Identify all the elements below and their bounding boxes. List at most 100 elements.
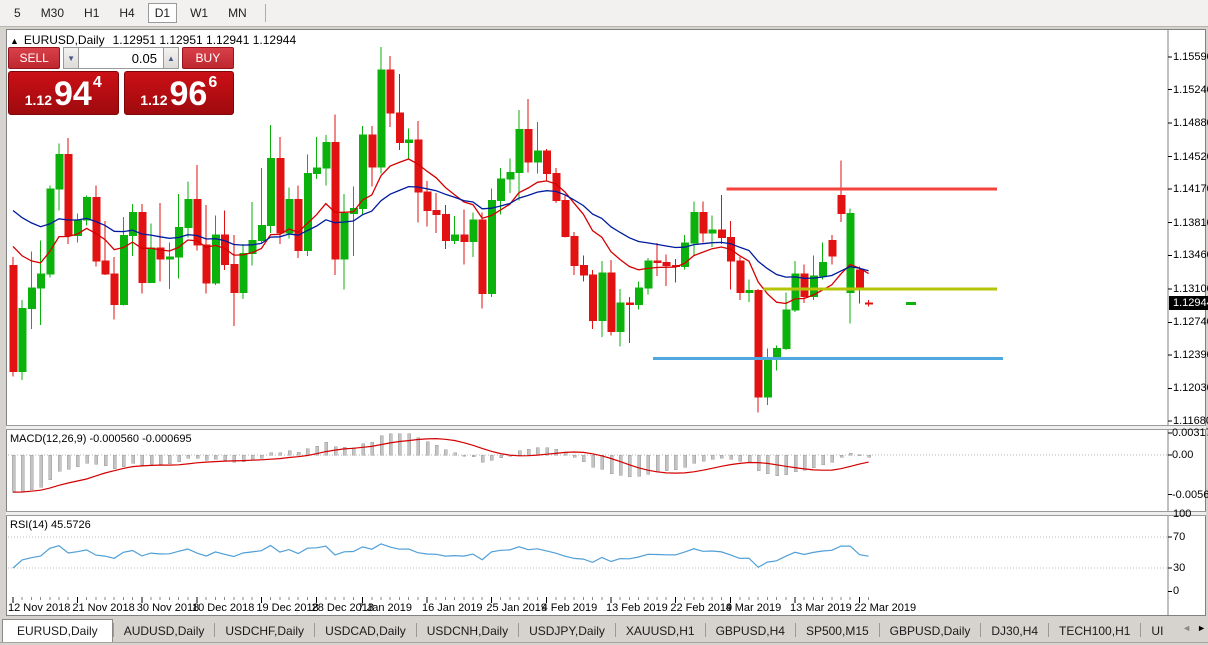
price-axis-label: 1.11680 [1173, 415, 1208, 427]
candle-body [534, 151, 541, 162]
macd-axis-label: 0.00 [1172, 449, 1193, 461]
trade-controls-row: SELL ▼ ▲ BUY [8, 47, 234, 69]
candle-body [341, 213, 348, 259]
chart-tab-tech100-h1[interactable]: TECH100,H1 [1049, 620, 1140, 642]
ask-price-sup: 6 [208, 74, 217, 92]
macd-histogram-bar [178, 455, 181, 462]
chart-tab-xauusd-h1[interactable]: XAUUSD,H1 [616, 620, 705, 642]
macd-histogram-bar [40, 455, 43, 487]
macd-histogram-bar [270, 453, 273, 455]
candle-body [645, 261, 652, 288]
chart-tab-usdjpy-daily[interactable]: USDJPY,Daily [519, 620, 615, 642]
one-click-trading-panel: SELL ▼ ▲ BUY 1.12 94 4 1.12 96 6 [8, 47, 234, 115]
macd-histogram-bar [665, 455, 668, 471]
macd-histogram-bar [536, 448, 539, 455]
price-axis-label: 1.13100 [1173, 283, 1208, 295]
chart-tab-usdchf-daily[interactable]: USDCHF,Daily [215, 620, 314, 642]
macd-histogram-bar [739, 455, 742, 461]
bid-price-big: 94 [54, 76, 92, 112]
bid-price-box[interactable]: 1.12 94 4 [8, 71, 119, 115]
macd-histogram-bar [408, 434, 411, 455]
macd-histogram-bar [730, 455, 733, 459]
candle-body [102, 261, 109, 274]
macd-histogram-bar [306, 449, 309, 455]
macd-histogram-bar [12, 455, 15, 492]
candle-body [314, 168, 321, 174]
macd-histogram-bar [196, 455, 199, 458]
collapse-arrow-icon[interactable]: ▲ [10, 36, 19, 46]
candle-body [709, 230, 716, 233]
candle-body [700, 212, 707, 232]
macd-histogram-bar [141, 455, 144, 465]
buy-button[interactable]: BUY [182, 47, 234, 69]
ohlc-values: 1.12951 1.12951 1.12941 1.12944 [113, 33, 297, 47]
macd-histogram-bar [702, 455, 705, 461]
macd-histogram-bar [187, 455, 190, 458]
price-axis-label: 1.14170 [1173, 183, 1208, 195]
macd-signal-line [13, 439, 869, 493]
macd-panel-splitter[interactable] [6, 425, 1206, 430]
symbol-period-label: EURUSD,Daily [24, 33, 105, 47]
time-axis-label: 21 Nov 2018 [72, 602, 134, 614]
chart-tab-dj30-h4[interactable]: DJ30,H4 [981, 620, 1048, 642]
chart-tab-gbpusd-daily[interactable]: GBPUSD,Daily [880, 620, 981, 642]
macd-histogram-bar [619, 455, 622, 475]
ask-price-box[interactable]: 1.12 96 6 [124, 71, 235, 115]
current-price-badge: 1.12944 [1169, 296, 1208, 310]
macd-histogram-bar [288, 451, 291, 455]
candle-body [38, 274, 45, 288]
candle-body [856, 270, 863, 288]
ask-price-prefix: 1.12 [140, 92, 167, 108]
tab-scroll-right-icon[interactable]: ► [1197, 623, 1206, 633]
volume-input[interactable] [79, 47, 163, 69]
macd-histogram-bar [812, 455, 815, 468]
macd-histogram-bar [711, 455, 714, 459]
candle-body [838, 196, 845, 214]
candle-body [84, 198, 91, 220]
candle-body [185, 199, 192, 227]
rsi-panel-splitter[interactable] [6, 511, 1206, 516]
volume-increase-button[interactable]: ▲ [163, 47, 179, 69]
candle-body [203, 245, 210, 283]
price-axis-label: 1.12740 [1173, 316, 1208, 328]
chart-tab-usdcad-daily[interactable]: USDCAD,Daily [315, 620, 416, 642]
candle-body [295, 199, 302, 250]
chart-tab-ui[interactable]: UI [1141, 620, 1173, 642]
time-axis-label: 22 Mar 2019 [854, 602, 916, 614]
rsi-line [13, 544, 869, 568]
macd-histogram-bar [371, 442, 374, 455]
chart-tab-usdcnh-daily[interactable]: USDCNH,Daily [417, 620, 518, 642]
macd-histogram-bar [95, 455, 98, 464]
macd-histogram-bar [849, 453, 852, 455]
macd-histogram-bar [279, 453, 282, 455]
candle-body [19, 308, 26, 371]
candle-body [663, 263, 670, 266]
macd-histogram-bar [150, 455, 153, 464]
candle-body [737, 261, 744, 293]
macd-histogram-bar [803, 455, 806, 470]
macd-histogram-bar [104, 455, 107, 466]
macd-histogram-bar [472, 455, 475, 457]
candle-body [332, 143, 339, 259]
candle-body [10, 266, 17, 372]
candle-body [636, 288, 643, 305]
sell-button[interactable]: SELL [8, 47, 60, 69]
chart-tab-eurusd-daily[interactable]: EURUSD,Daily [2, 619, 113, 642]
macd-histogram-bar [748, 455, 751, 463]
candle-body [617, 303, 624, 332]
tab-scroll-left-icon[interactable]: ◄ [1182, 623, 1191, 633]
macd-histogram-bar [518, 451, 521, 455]
candle-body [47, 189, 54, 274]
candle-body [424, 192, 431, 211]
macd-axis-label: 0.003177 [1172, 427, 1208, 439]
chart-tab-gbpusd-h4[interactable]: GBPUSD,H4 [706, 620, 795, 642]
volume-decrease-button[interactable]: ▼ [63, 47, 79, 69]
candle-body [691, 212, 698, 243]
price-axis-label: 1.12030 [1173, 382, 1208, 394]
chart-tab-audusd-daily[interactable]: AUDUSD,Daily [114, 620, 215, 642]
macd-histogram-bar [76, 455, 79, 467]
chart-tab-sp500-m15[interactable]: SP500,M15 [796, 620, 879, 642]
macd-histogram-bar [647, 455, 650, 474]
macd-histogram-bar [463, 455, 466, 456]
candle-body [406, 140, 413, 143]
